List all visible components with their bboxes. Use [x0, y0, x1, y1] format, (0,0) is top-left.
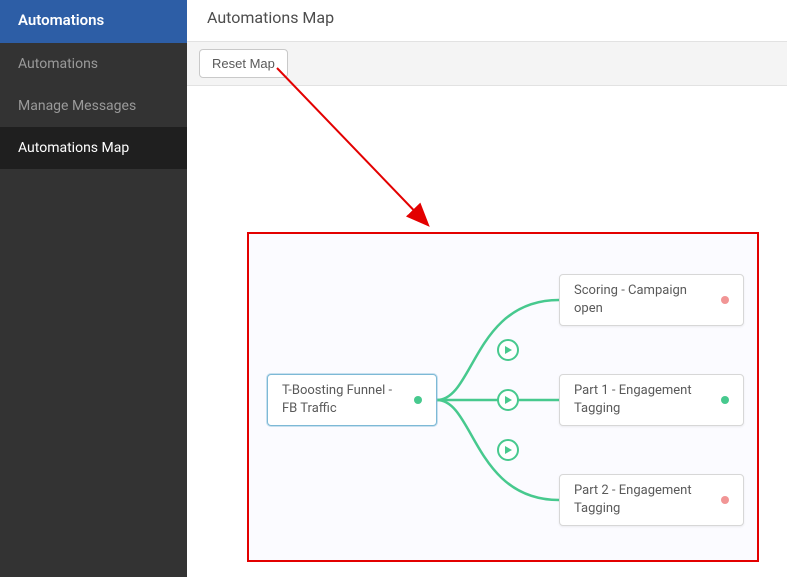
- reset-map-button[interactable]: Reset Map: [199, 49, 288, 78]
- sidebar: Automations Automations Manage Messages …: [0, 0, 187, 577]
- status-dot-icon: [721, 396, 729, 404]
- automation-card[interactable]: Part 1 - Engagement Tagging: [559, 374, 744, 426]
- sidebar-item-automations[interactable]: Automations: [0, 43, 187, 85]
- sidebar-item-manage-messages[interactable]: Manage Messages: [0, 85, 187, 127]
- automation-card-label: Scoring - Campaign open: [574, 282, 707, 317]
- automation-card-label: Part 2 - Engagement Tagging: [574, 482, 707, 517]
- toolbar: Reset Map: [187, 41, 787, 86]
- connector-node[interactable]: [497, 339, 519, 361]
- automations-map-canvas[interactable]: T-Boosting Funnel - FB Traffic Scoring -…: [247, 232, 759, 562]
- automation-card-label: T-Boosting Funnel - FB Traffic: [282, 382, 400, 417]
- connector-node[interactable]: [497, 389, 519, 411]
- status-dot-icon: [721, 296, 729, 304]
- play-icon: [503, 445, 513, 455]
- status-dot-icon: [721, 496, 729, 504]
- sidebar-item-label: Automations Map: [18, 140, 129, 156]
- automation-card-root[interactable]: T-Boosting Funnel - FB Traffic: [267, 374, 437, 426]
- status-dot-icon: [414, 396, 422, 404]
- sidebar-header: Automations: [0, 0, 187, 43]
- automation-card[interactable]: Scoring - Campaign open: [559, 274, 744, 326]
- sidebar-item-automations-map[interactable]: Automations Map: [0, 127, 187, 169]
- play-icon: [503, 395, 513, 405]
- sidebar-item-label: Automations: [18, 56, 98, 72]
- automation-card[interactable]: Part 2 - Engagement Tagging: [559, 474, 744, 526]
- page-title: Automations Map: [187, 0, 787, 41]
- automation-card-label: Part 1 - Engagement Tagging: [574, 382, 707, 417]
- main-content: Automations Map Reset Map: [187, 0, 787, 577]
- connector-node[interactable]: [497, 439, 519, 461]
- play-icon: [503, 345, 513, 355]
- sidebar-item-label: Manage Messages: [18, 98, 136, 114]
